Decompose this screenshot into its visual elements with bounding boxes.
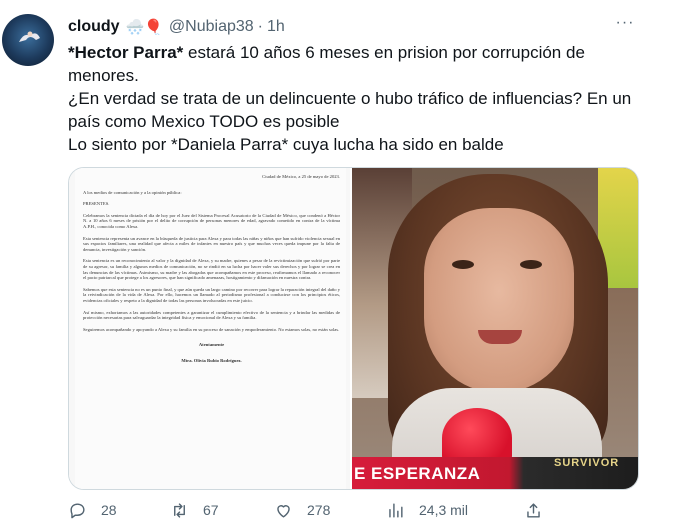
author-handle[interactable]: @Nubiap38 (169, 18, 254, 36)
document-image[interactable]: Ciudad de México, a 25 de mayo de 2023. … (69, 168, 352, 489)
more-icon[interactable]: ··· (612, 15, 638, 38)
share-button[interactable] (524, 499, 557, 521)
views-count: 24,3 mil (419, 502, 469, 518)
document-content: Ciudad de México, a 25 de mayo de 2023. … (83, 174, 340, 363)
tweet-line-text: país como Mexico TODO es posible (68, 112, 340, 131)
views-button[interactable]: 24,3 mil (386, 499, 468, 521)
tweet-line-bold: *Hector Parra* (68, 43, 184, 62)
tweet-line: país como Mexico TODO es posible (68, 110, 648, 133)
avatar[interactable] (2, 14, 54, 66)
reply-icon (70, 502, 85, 518)
document-closing: Atentamente (198, 342, 225, 348)
tweet-line: ¿En verdad se trata de un delincuente o … (68, 87, 648, 110)
share-icon (527, 502, 540, 518)
author-name[interactable]: cloudy (68, 18, 120, 36)
document-paragraph: Así mismo, exhortamos a las autoridades … (83, 309, 340, 321)
repost-button[interactable]: 67 (170, 499, 219, 521)
tweet-text: *Hector Parra* estará 10 años 6 meses en… (68, 41, 648, 156)
tweet-line-text: estará 10 años 6 meses en prision por co… (183, 43, 585, 62)
tweet-line: Lo siento por *Daniela Parra* cuya lucha… (68, 133, 648, 156)
separator: · (257, 18, 263, 35)
document-signature: Mtra. Olivia Rubio Rodríguez. (181, 357, 242, 363)
tweet-line: *Hector Parra* estará 10 años 6 meses en… (68, 41, 648, 64)
document-paragraph: Sabemos que esta sentencia no es un punt… (83, 286, 340, 303)
document-paragraph: Esta sentencia representa un avance en l… (83, 235, 340, 252)
like-count: 278 (307, 502, 331, 518)
author-emojis: 🌨️🎈 (125, 19, 163, 36)
document-greeting: PRESENTES. (83, 201, 110, 207)
document-paragraph: Celebramos la sentencia dictada el día d… (83, 212, 340, 229)
repost-icon (174, 502, 185, 518)
repost-count: 67 (203, 502, 219, 518)
tweet-header: cloudy 🌨️🎈 @Nubiap38 · 1h (68, 16, 285, 38)
like-button[interactable]: 278 (274, 499, 330, 521)
tweet-media[interactable]: Ciudad de México, a 25 de mayo de 2023. … (68, 167, 639, 490)
video-still-image[interactable]: E ESPERANZA SURVIVOR (352, 168, 638, 489)
reply-count: 28 (101, 502, 117, 518)
tweet-line-text: menores. (68, 66, 139, 85)
timestamp[interactable]: 1h (267, 18, 285, 36)
reply-button[interactable]: 28 (68, 499, 117, 521)
photo-face (424, 208, 574, 393)
document-paragraph: Seguiremos acompañando y apoyando a Alex… (83, 326, 340, 332)
tweet-line-text: ¿En verdad se trata de un delincuente o … (68, 89, 632, 108)
tweet-line: menores. (68, 64, 648, 87)
tweet-actions: 28 67 278 24,3 mil (68, 499, 608, 521)
document-addressee: A los medios de comunicación y a la opin… (83, 189, 182, 195)
document-paragraph: Esta sentencia es un reconocimiento al v… (83, 258, 340, 281)
photo-eye-right (520, 260, 542, 269)
photo-eye-left (452, 260, 474, 269)
views-icon (389, 502, 403, 518)
document-date: Ciudad de México, a 25 de mayo de 2023. (262, 174, 340, 179)
tweet-line-text: Lo siento por *Daniela Parra* cuya lucha… (68, 135, 504, 154)
tv-logo-text: SURVIVOR (554, 457, 620, 469)
tv-banner-text: E ESPERANZA (354, 464, 481, 483)
avatar-figure-icon (19, 31, 40, 42)
like-icon (277, 504, 290, 518)
tweet[interactable]: cloudy 🌨️🎈 @Nubiap38 · 1h ··· *Hector Pa… (0, 0, 682, 522)
